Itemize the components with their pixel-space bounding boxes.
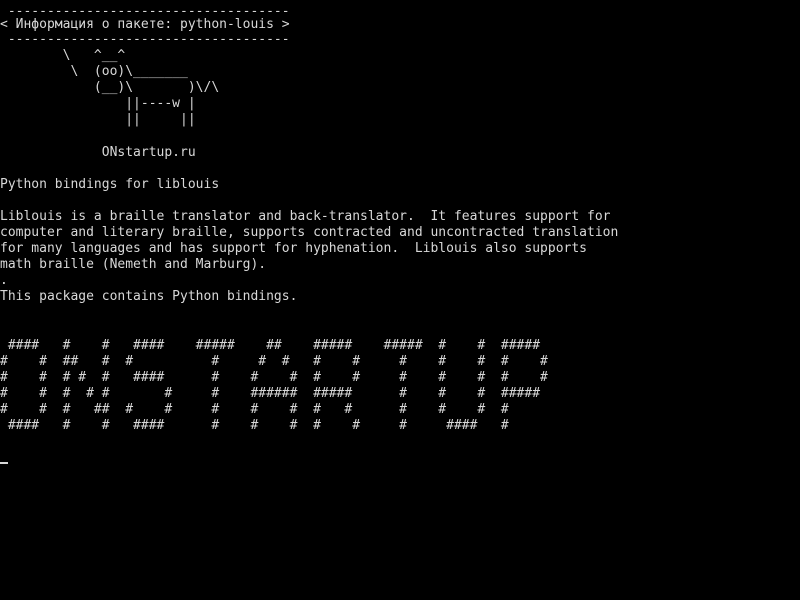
- description-line: .: [0, 273, 8, 288]
- banner-line: # # # # # # # ###### ##### # # # #####: [0, 386, 541, 401]
- cow-line: \ ^__^: [0, 48, 126, 63]
- terminal-screen[interactable]: ------------------------------------ < И…: [0, 0, 800, 600]
- bubble-title: < Информация о пакете: python-louis >: [0, 17, 290, 32]
- description-line: Python bindings for liblouis: [0, 177, 220, 192]
- description-line: math braille (Nemeth and Marburg).: [0, 257, 267, 272]
- banner-line: #### # # #### ##### ## ##### ##### # # #…: [0, 338, 541, 353]
- banner-line: #### # # #### # # # # # # #### #: [0, 418, 509, 433]
- site-label: ONstartup.ru: [0, 145, 196, 160]
- cow-line: (__)\ )\/\: [0, 80, 220, 95]
- banner-line: # # # # # #### # # # # # # # # # #: [0, 370, 548, 385]
- banner-line: # # # ## # # # # # # # # # # #: [0, 402, 509, 417]
- description-line: This package contains Python bindings.: [0, 289, 298, 304]
- cow-line: ||----w |: [0, 96, 196, 111]
- cow-line: || ||: [0, 112, 196, 127]
- cow-line: \ (oo)\_______: [0, 64, 188, 79]
- banner-line: # # ## # # # # # # # # # # # #: [0, 354, 548, 369]
- description-line: Liblouis is a braille translator and bac…: [0, 209, 611, 224]
- text-cursor: [0, 462, 8, 464]
- bubble-bottom-border: ------------------------------------: [0, 32, 290, 47]
- description-line: for many languages and has support for h…: [0, 241, 587, 256]
- description-line: computer and literary braille, supports …: [0, 225, 619, 240]
